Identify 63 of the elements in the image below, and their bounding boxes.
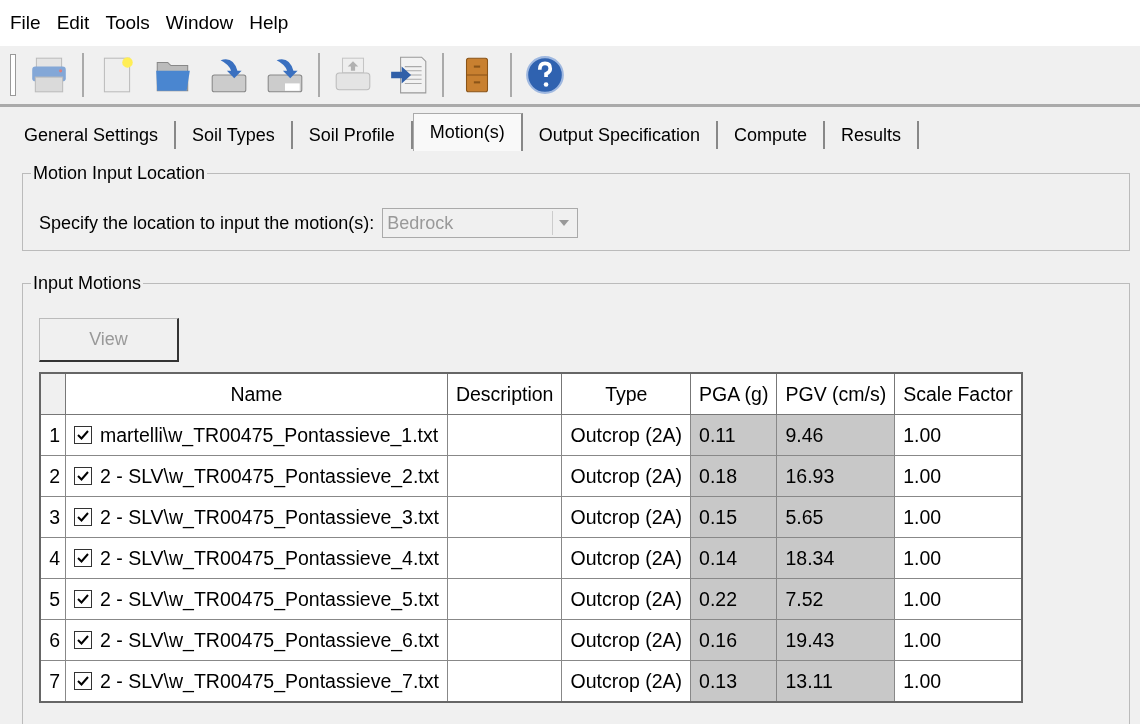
motion-name: 2 - SLV\w_TR00475_Pontassieve_3.txt	[100, 505, 439, 529]
table-cell: 0.15	[690, 496, 777, 538]
column-header[interactable]: PGV (cm/s)	[776, 373, 895, 415]
checkbox[interactable]	[74, 590, 92, 608]
checkbox[interactable]	[74, 508, 92, 526]
table-cell: 0.16	[690, 619, 777, 661]
table-cell: 0.22	[690, 578, 777, 620]
menu-item[interactable]: Edit	[48, 12, 98, 34]
table-cell: 0.14	[690, 537, 777, 579]
table-cell: 13.11	[776, 660, 895, 702]
table-cell: Outcrop (2A)	[561, 496, 691, 538]
checkbox[interactable]	[74, 549, 92, 567]
table-cell: Outcrop (2A)	[561, 578, 691, 620]
checkbox[interactable]	[74, 672, 92, 690]
column-header[interactable]: Name	[65, 373, 448, 415]
row-number: 6	[40, 619, 66, 661]
column-header[interactable]: Scale Factor	[894, 373, 1022, 415]
motion-name: 2 - SLV\w_TR00475_Pontassieve_7.txt	[100, 669, 439, 693]
group-title: Input Motions	[32, 273, 143, 294]
table-cell: Outcrop (2A)	[561, 537, 691, 579]
motion-name: 2 - SLV\w_TR00475_Pontassieve_6.txt	[100, 628, 439, 652]
motion-name: martelli\w_TR00475_Pontassieve_1.txt	[100, 423, 439, 447]
motion-name: 2 - SLV\w_TR00475_Pontassieve_2.txt	[100, 464, 439, 488]
menu-item[interactable]: File	[2, 12, 49, 34]
menu-item[interactable]: Window	[157, 12, 242, 34]
checkbox[interactable]	[74, 467, 92, 485]
column-header[interactable]: Description	[447, 373, 562, 415]
table-cell: 0.13	[690, 660, 777, 702]
field-label: Specify the location to input the motion(s):	[39, 212, 375, 234]
row-number: 7	[40, 660, 66, 702]
row-number: 3	[40, 496, 66, 538]
table-cell: Outcrop (2A)	[561, 619, 691, 661]
table-cell: 0.11	[690, 414, 777, 456]
row-number: 4	[40, 537, 66, 579]
table-cell: 0.18	[690, 455, 777, 497]
table-cell: 5.65	[776, 496, 895, 538]
tab[interactable]: Motion(s)	[412, 113, 523, 151]
menu-item[interactable]: Tools	[97, 12, 158, 34]
table-cell: 18.34	[776, 537, 895, 579]
table-cell: Outcrop (2A)	[561, 414, 691, 456]
tab[interactable]: General Settings	[8, 121, 177, 149]
tab[interactable]: Results	[825, 121, 920, 149]
column-header[interactable]: PGA (g)	[690, 373, 777, 415]
table-cell: Outcrop (2A)	[561, 455, 691, 497]
row-number: 1	[40, 414, 66, 456]
menu-item[interactable]: Help	[241, 12, 297, 34]
group-title: Motion Input Location	[32, 163, 207, 184]
table-cell: 9.46	[776, 414, 895, 456]
tab[interactable]: Soil Types	[176, 121, 293, 149]
tab[interactable]: Compute	[717, 121, 825, 149]
motion-name: 2 - SLV\w_TR00475_Pontassieve_5.txt	[100, 587, 439, 611]
row-number: 2	[40, 455, 66, 497]
table-cell: 19.43	[776, 619, 895, 661]
header-corner	[40, 373, 66, 415]
table-cell: 16.93	[776, 455, 895, 497]
column-header[interactable]: Type	[561, 373, 691, 415]
tab[interactable]: Output Specification	[522, 121, 718, 149]
checkbox[interactable]	[74, 426, 92, 444]
checkbox[interactable]	[74, 631, 92, 649]
toolbar-grip	[10, 54, 16, 96]
table-cell: 7.52	[776, 578, 895, 620]
motion-name: 2 - SLV\w_TR00475_Pontassieve_4.txt	[100, 546, 439, 570]
row-number: 5	[40, 578, 66, 620]
